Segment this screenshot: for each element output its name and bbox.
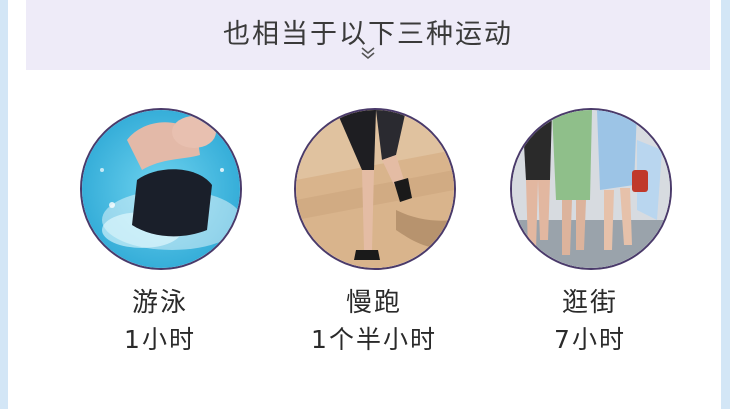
shopping-walk-photo (510, 108, 672, 270)
jogging-photo (294, 108, 456, 270)
swimming-photo (80, 108, 242, 270)
activity-card-swimming: 游泳 1小时 (60, 108, 260, 368)
section-header: 也相当于以下三种运动 (26, 0, 710, 70)
activity-name: 游泳 (131, 288, 188, 318)
activity-duration: 7小时 (554, 325, 626, 354)
activity-duration: 1小时 (124, 325, 196, 354)
double-chevron-down-icon (361, 47, 375, 60)
left-edge (0, 0, 8, 409)
activity-name: 逛街 (561, 288, 618, 318)
activity-name: 慢跑 (345, 288, 402, 318)
activity-card-shopping: 逛街 7小时 (490, 108, 690, 368)
right-edge (721, 0, 730, 409)
activity-list: 游泳 1小时 慢跑 1个半小时 逛街 7小时 (8, 108, 721, 408)
activity-card-jogging: 慢跑 1个半小时 (274, 108, 474, 368)
activity-duration: 1个半小时 (311, 325, 437, 354)
